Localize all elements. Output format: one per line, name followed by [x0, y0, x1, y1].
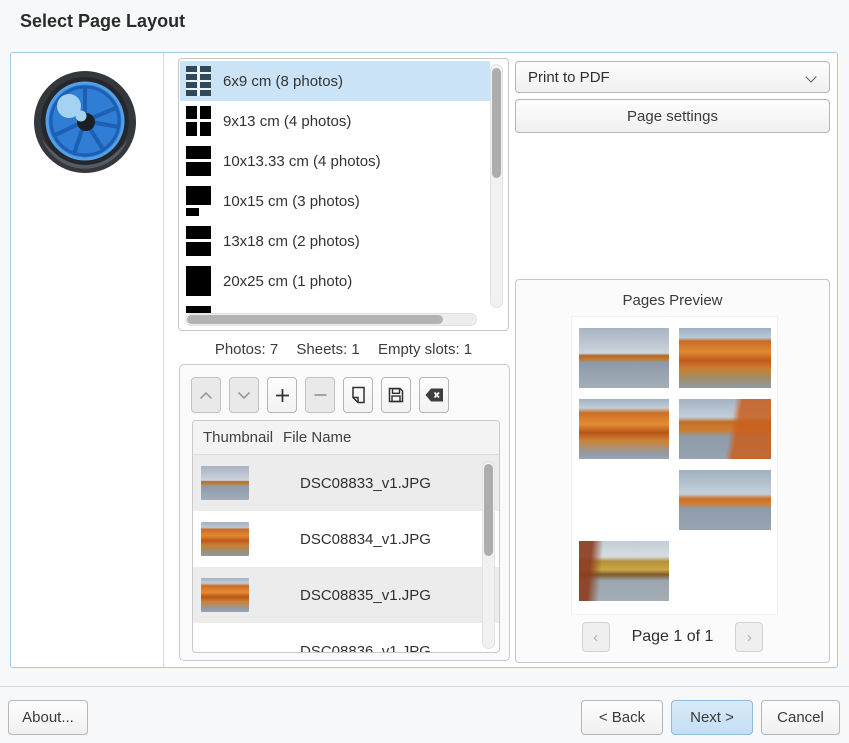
page-settings-button[interactable]: Page settings — [515, 99, 830, 133]
page-title: Select Page Layout — [20, 11, 185, 32]
move-down-icon — [237, 391, 251, 400]
remove-photo-icon — [314, 393, 327, 397]
photo-table-vertical-scrollbar[interactable] — [482, 461, 495, 649]
clear-list-button[interactable] — [419, 377, 449, 413]
photo-table-column-header[interactable]: File Name — [273, 429, 351, 446]
move-down-button[interactable] — [229, 377, 259, 413]
table-row[interactable]: DSC08835_v1.JPG — [193, 567, 499, 623]
preview-photo — [579, 328, 669, 388]
preview-photo — [679, 399, 771, 459]
page-layout-label: 10x15 cm (3 photos) — [223, 193, 360, 210]
preview-photo — [679, 328, 771, 388]
remove-photo-button[interactable] — [305, 377, 335, 413]
photo-table-column-header[interactable]: Thumbnail — [193, 429, 273, 446]
file-name-cell: DSC08833_v1.JPG — [290, 475, 499, 492]
photo-thumbnail — [201, 522, 249, 556]
preview-photo — [579, 470, 669, 530]
table-row[interactable]: DSC08834_v1.JPG — [193, 511, 499, 567]
photo-stats: Photos: 7 Sheets: 1 Empty slots: 1 — [178, 341, 509, 358]
file-name-cell: DSC08834_v1.JPG — [290, 531, 499, 548]
logo-column — [11, 53, 164, 667]
thumbnail-cell — [193, 522, 290, 556]
preview-photo — [679, 470, 771, 530]
page-layout-label: 13x18 cm (2 photos) — [223, 233, 360, 250]
save-list-button[interactable] — [381, 377, 411, 413]
previous-page-button[interactable]: ‹ — [582, 622, 610, 652]
page-layout-thumbnail-icon — [186, 66, 211, 96]
move-up-button[interactable] — [191, 377, 221, 413]
preview-page-sheet — [572, 317, 777, 614]
page-layout-item[interactable]: 13x18 cm (2 photos) — [180, 221, 490, 261]
pages-preview-title: Pages Preview — [516, 292, 829, 309]
layout-list-horizontal-scrollbar[interactable] — [185, 313, 477, 326]
page-layout-item[interactable]: 6x9 cm (8 photos) — [180, 61, 490, 101]
table-row[interactable]: DSC08836_v1.JPG — [193, 623, 499, 653]
file-name-cell: DSC08836_v1.JPG — [290, 643, 499, 654]
page-layout-item[interactable] — [180, 301, 490, 313]
photo-table-body: DSC08833_v1.JPG DSC08834_v1.JPG — [193, 455, 499, 653]
next-button[interactable]: Next > — [671, 700, 753, 735]
chevron-left-icon: ‹ — [593, 629, 598, 646]
back-button[interactable]: < Back — [581, 700, 663, 735]
chevron-down-icon — [805, 71, 816, 82]
next-page-button[interactable]: › — [735, 622, 763, 652]
thumbnail-cell — [193, 578, 290, 612]
page-layout-item[interactable]: 10x15 cm (3 photos) — [180, 181, 490, 221]
open-list-button[interactable] — [343, 377, 373, 413]
page-layout-thumbnail-icon — [186, 186, 211, 216]
printer-select[interactable]: Print to PDF — [515, 61, 830, 93]
page-layout-item[interactable]: 10x13.33 cm (4 photos) — [180, 141, 490, 181]
preview-photo — [579, 399, 669, 459]
add-photo-icon — [275, 388, 290, 403]
thumbnail-cell — [193, 466, 290, 500]
stat-empty-slots: Empty slots: 1 — [378, 341, 472, 358]
page-layout-item[interactable]: 20x25 cm (1 photo) — [180, 261, 490, 301]
photo-thumbnail — [201, 578, 249, 612]
page-layout-item[interactable]: 9x13 cm (4 photos) — [180, 101, 490, 141]
file-name-cell: DSC08835_v1.JPG — [290, 587, 499, 604]
layout-list-horizontal-scrollbar-thumb[interactable] — [187, 315, 443, 324]
cancel-button[interactable]: Cancel — [761, 700, 840, 735]
wizard-main-panel: 6x9 cm (8 photos) 9x13 cm (4 photos) 10x… — [10, 52, 838, 668]
digikam-camera-logo-icon — [32, 69, 138, 175]
page-layout-label: 9x13 cm (4 photos) — [223, 113, 351, 130]
table-row[interactable]: DSC08833_v1.JPG — [193, 455, 499, 511]
page-layout-thumbnail-icon — [186, 306, 211, 313]
photo-table-header: Thumbnail File Name — [193, 421, 499, 455]
page-layout-thumbnail-icon — [186, 106, 211, 136]
printer-select-value: Print to PDF — [528, 69, 610, 86]
page-indicator: Page 1 of 1 — [632, 628, 714, 646]
stat-photos: Photos: 7 — [215, 341, 278, 358]
about-button[interactable]: About... — [8, 700, 88, 735]
photo-thumbnail — [201, 634, 249, 653]
chevron-right-icon: › — [747, 629, 752, 646]
photo-list-toolbar — [191, 377, 449, 413]
preview-photo — [579, 541, 669, 601]
layout-list-vertical-scrollbar-thumb[interactable] — [492, 68, 501, 178]
clear-list-icon — [425, 388, 444, 402]
photo-table-vertical-scrollbar-thumb[interactable] — [484, 464, 493, 556]
photo-file-table: Thumbnail File Name DSC08833_v1.JPG — [192, 420, 500, 653]
thumbnail-cell — [193, 634, 290, 653]
page-layout-label: 10x13.33 cm (4 photos) — [223, 153, 381, 170]
save-list-icon — [388, 387, 404, 403]
photo-list-group: Thumbnail File Name DSC08833_v1.JPG — [179, 364, 510, 661]
move-up-icon — [199, 391, 213, 400]
open-list-icon — [351, 386, 366, 404]
page-layout-label: 20x25 cm (1 photo) — [223, 273, 352, 290]
page-layout-thumbnail-icon — [186, 146, 211, 176]
pages-preview-panel: Pages Preview ‹ Page 1 of 1 — [515, 279, 830, 663]
page-layout-items: 6x9 cm (8 photos) 9x13 cm (4 photos) 10x… — [180, 61, 490, 313]
page-layout-thumbnail-icon — [186, 226, 211, 256]
layout-list-vertical-scrollbar[interactable] — [490, 64, 503, 308]
preview-pager: ‹ Page 1 of 1 › — [516, 622, 829, 652]
page-layout-list: 6x9 cm (8 photos) 9x13 cm (4 photos) 10x… — [178, 58, 509, 331]
stat-sheets: Sheets: 1 — [296, 341, 359, 358]
photo-thumbnail — [201, 466, 249, 500]
add-photo-button[interactable] — [267, 377, 297, 413]
page-layout-label: 6x9 cm (8 photos) — [223, 73, 343, 90]
page-layout-thumbnail-icon — [186, 266, 211, 296]
footer-divider — [0, 686, 849, 687]
